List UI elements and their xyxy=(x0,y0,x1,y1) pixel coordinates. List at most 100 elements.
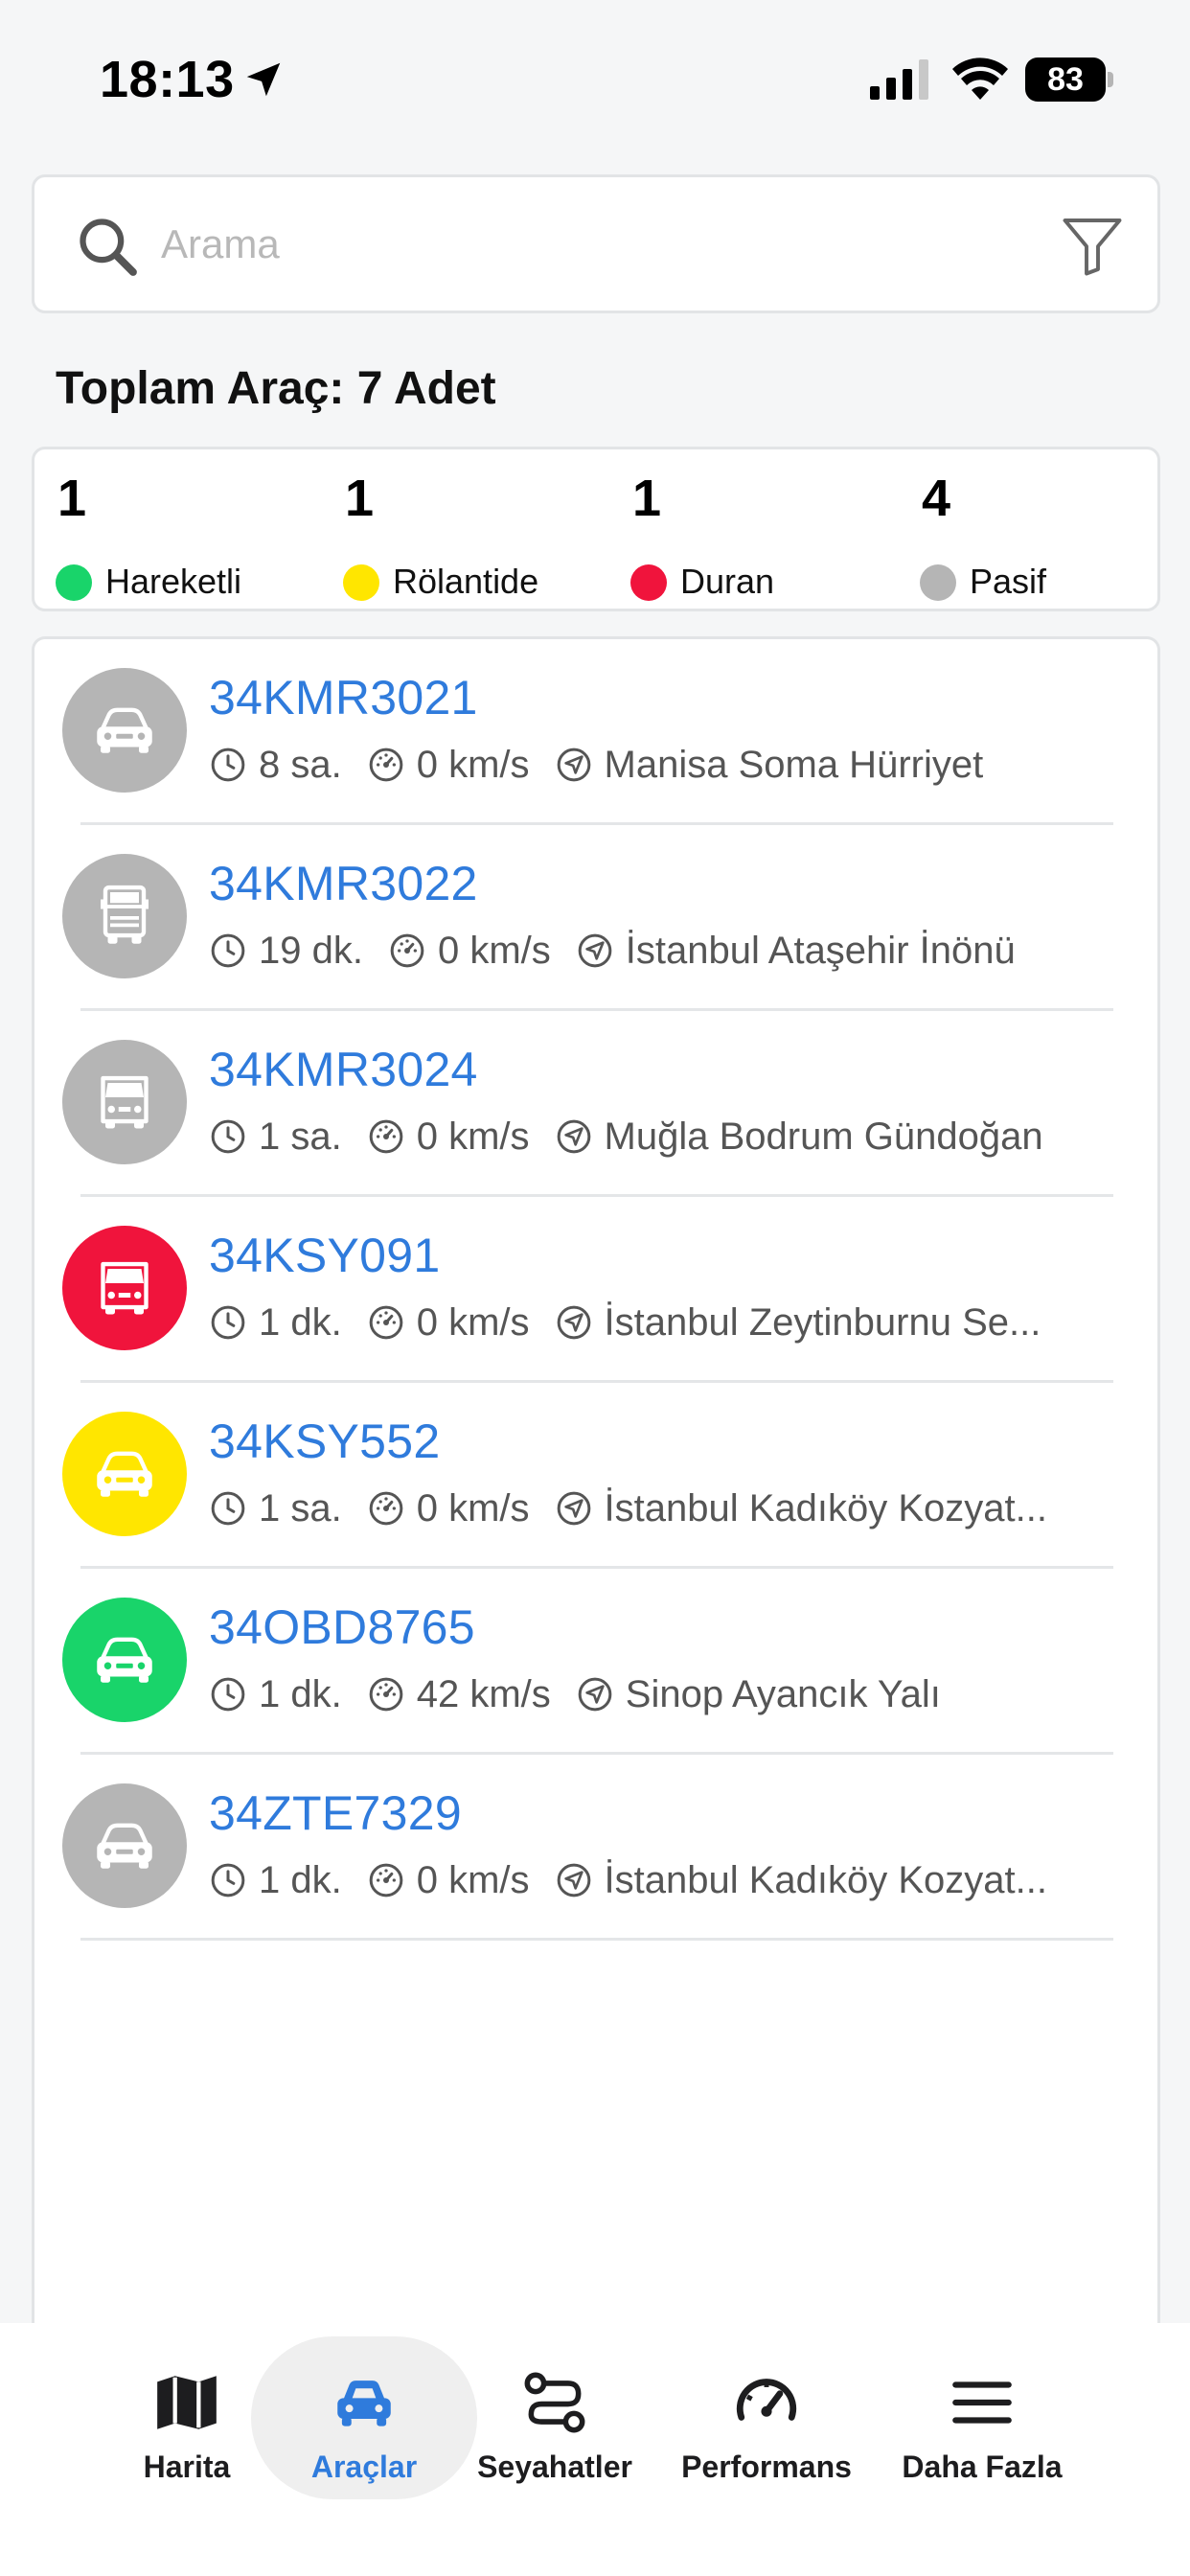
vehicle-speed: 0 km/s xyxy=(416,743,530,786)
total-vehicle-count: Toplam Araç: 7 Adet xyxy=(56,363,496,414)
status-time: 18:13 xyxy=(100,51,235,108)
stat-idle[interactable]: 1 Rölantide xyxy=(322,469,600,601)
vehicle-row[interactable]: 34ZTE7329 1 dk. 0 km/s İstanbul Kadıköy … xyxy=(34,1755,1157,1941)
vehicle-row[interactable]: 34KMR3021 8 sa. 0 km/s Manisa Soma Hürri… xyxy=(34,639,1157,825)
stat-stopped[interactable]: 1 Duran xyxy=(609,469,887,601)
vehicle-status-avatar xyxy=(62,668,187,793)
battery-cap xyxy=(1108,72,1113,87)
status-dot xyxy=(630,564,667,601)
stat-moving[interactable]: 1 Hareketli xyxy=(34,469,312,601)
last-update-time: 8 sa. xyxy=(259,743,342,786)
speedometer-icon xyxy=(736,2379,797,2421)
clock-icon xyxy=(211,1305,245,1340)
menu-icon xyxy=(952,2381,1012,2424)
navigation-icon xyxy=(557,1863,590,1898)
stat-label: Hareketli xyxy=(105,562,242,601)
last-update-time: 1 sa. xyxy=(259,1115,342,1158)
tab-more[interactable]: Daha Fazla xyxy=(891,2336,1073,2499)
status-dot xyxy=(56,564,92,601)
vehicle-meta: 19 dk. 0 km/s İstanbul Ataşehir İnönü xyxy=(209,927,1041,975)
status-dot xyxy=(920,564,956,601)
tab-label: Seyahatler xyxy=(477,2450,632,2484)
car-icon xyxy=(97,1451,152,1497)
vehicle-location: Muğla Bodrum Gündoğan xyxy=(604,1115,1043,1158)
tab-label: Harita xyxy=(143,2450,231,2484)
navigation-icon xyxy=(557,1305,590,1340)
search-icon xyxy=(80,218,137,276)
tab-vehicles[interactable]: Araçlar xyxy=(251,2336,477,2499)
car-icon xyxy=(97,707,152,753)
tab-trips[interactable]: Seyahatler xyxy=(477,2336,632,2499)
navigation-icon xyxy=(557,1491,590,1526)
last-update-time: 1 dk. xyxy=(259,1300,342,1344)
clock-icon xyxy=(211,933,245,968)
vehicle-plate: 34KMR3024 xyxy=(209,1043,478,1096)
vehicle-status-avatar xyxy=(62,854,187,978)
speedometer-icon xyxy=(369,748,403,782)
vehicle-location: İstanbul Kadıköy Kozyat... xyxy=(604,1486,1047,1530)
stat-label: Duran xyxy=(680,562,775,601)
search-bar xyxy=(32,174,1160,313)
stat-count: 1 xyxy=(57,470,87,527)
battery-level: 83 xyxy=(1025,58,1106,102)
location-arrow-icon xyxy=(246,62,281,97)
navigation-icon xyxy=(578,1677,612,1712)
vehicle-meta: 1 dk. 0 km/s İstanbul Kadıköy Kozyat... xyxy=(209,1856,1072,1904)
vehicle-speed: 0 km/s xyxy=(416,1858,530,1901)
vehicle-list: 34KMR3021 8 sa. 0 km/s Manisa Soma Hürri… xyxy=(32,636,1160,2342)
van-icon xyxy=(101,1075,149,1129)
vehicle-row[interactable]: 34OBD8765 1 dk. 42 km/s Sinop Ayancık Ya… xyxy=(34,1569,1157,1755)
row-divider xyxy=(80,1938,1113,1941)
stat-passive[interactable]: 4 Pasif xyxy=(899,469,1177,601)
tab-map[interactable]: Harita xyxy=(115,2336,259,2499)
filter-icon[interactable] xyxy=(1058,212,1127,281)
car-icon xyxy=(97,1637,152,1683)
navigation-icon xyxy=(557,748,590,782)
status-bar: 18:13 83 xyxy=(0,0,1190,153)
van-icon xyxy=(101,1261,149,1315)
tab-performance[interactable]: Performans xyxy=(671,2336,862,2499)
vehicle-status-avatar xyxy=(62,1040,187,1164)
vehicle-meta: 1 dk. 0 km/s İstanbul Zeytinburnu Se... xyxy=(209,1299,1065,1346)
battery-indicator: 83 xyxy=(1025,58,1113,102)
stat-label: Rölantide xyxy=(393,562,539,601)
vehicle-meta: 8 sa. 0 km/s Manisa Soma Hürriyet xyxy=(209,741,1008,789)
clock-icon xyxy=(211,748,245,782)
clock-icon xyxy=(211,1491,245,1526)
navigation-icon xyxy=(557,1119,590,1154)
vehicle-speed: 42 km/s xyxy=(416,1672,551,1715)
vehicle-meta: 1 sa. 0 km/s İstanbul Kadıköy Kozyat... xyxy=(209,1484,1072,1532)
car-icon xyxy=(337,2380,391,2426)
search-input[interactable] xyxy=(161,206,1023,283)
speedometer-icon xyxy=(390,933,424,968)
last-update-time: 19 dk. xyxy=(259,929,363,972)
vehicle-status-avatar xyxy=(62,1412,187,1536)
vehicle-plate: 34KSY091 xyxy=(209,1229,441,1282)
vehicle-location: Manisa Soma Hürriyet xyxy=(604,743,984,786)
status-summary: 1 Hareketli 1 Rölantide 1 Duran 4 Pasif xyxy=(32,447,1160,611)
stat-label: Pasif xyxy=(970,562,1047,601)
vehicle-speed: 0 km/s xyxy=(437,929,551,972)
vehicle-row[interactable]: 34KSY091 1 dk. 0 km/s İstanbul Zeytinbur… xyxy=(34,1197,1157,1383)
vehicle-row[interactable]: 34KSY552 1 sa. 0 km/s İstanbul Kadıköy K… xyxy=(34,1383,1157,1569)
navigation-icon xyxy=(578,933,612,968)
vehicle-plate: 34KMR3022 xyxy=(209,857,478,910)
vehicle-row[interactable]: 34KMR3022 19 dk. 0 km/s İstanbul Ataşehi… xyxy=(34,825,1157,1011)
vehicle-plate: 34OBD8765 xyxy=(209,1600,475,1654)
vehicle-plate: 34ZTE7329 xyxy=(209,1786,462,1840)
vehicle-speed: 0 km/s xyxy=(416,1300,530,1344)
vehicle-meta: 1 dk. 42 km/s Sinop Ayancık Yalı xyxy=(209,1670,966,1718)
status-dot xyxy=(343,564,379,601)
vehicle-row[interactable]: 34KMR3024 1 sa. 0 km/s Muğla Bodrum Günd… xyxy=(34,1011,1157,1197)
car-icon xyxy=(97,1823,152,1869)
speedometer-icon xyxy=(369,1119,403,1154)
vehicle-speed: 0 km/s xyxy=(416,1115,530,1158)
clock-icon xyxy=(211,1863,245,1898)
speedometer-icon xyxy=(369,1677,403,1712)
last-update-time: 1 sa. xyxy=(259,1486,342,1530)
last-update-time: 1 dk. xyxy=(259,1672,342,1715)
speedometer-icon xyxy=(369,1863,403,1898)
vehicle-status-avatar xyxy=(62,1783,187,1908)
tab-label: Performans xyxy=(681,2450,852,2484)
stat-count: 4 xyxy=(922,470,951,527)
